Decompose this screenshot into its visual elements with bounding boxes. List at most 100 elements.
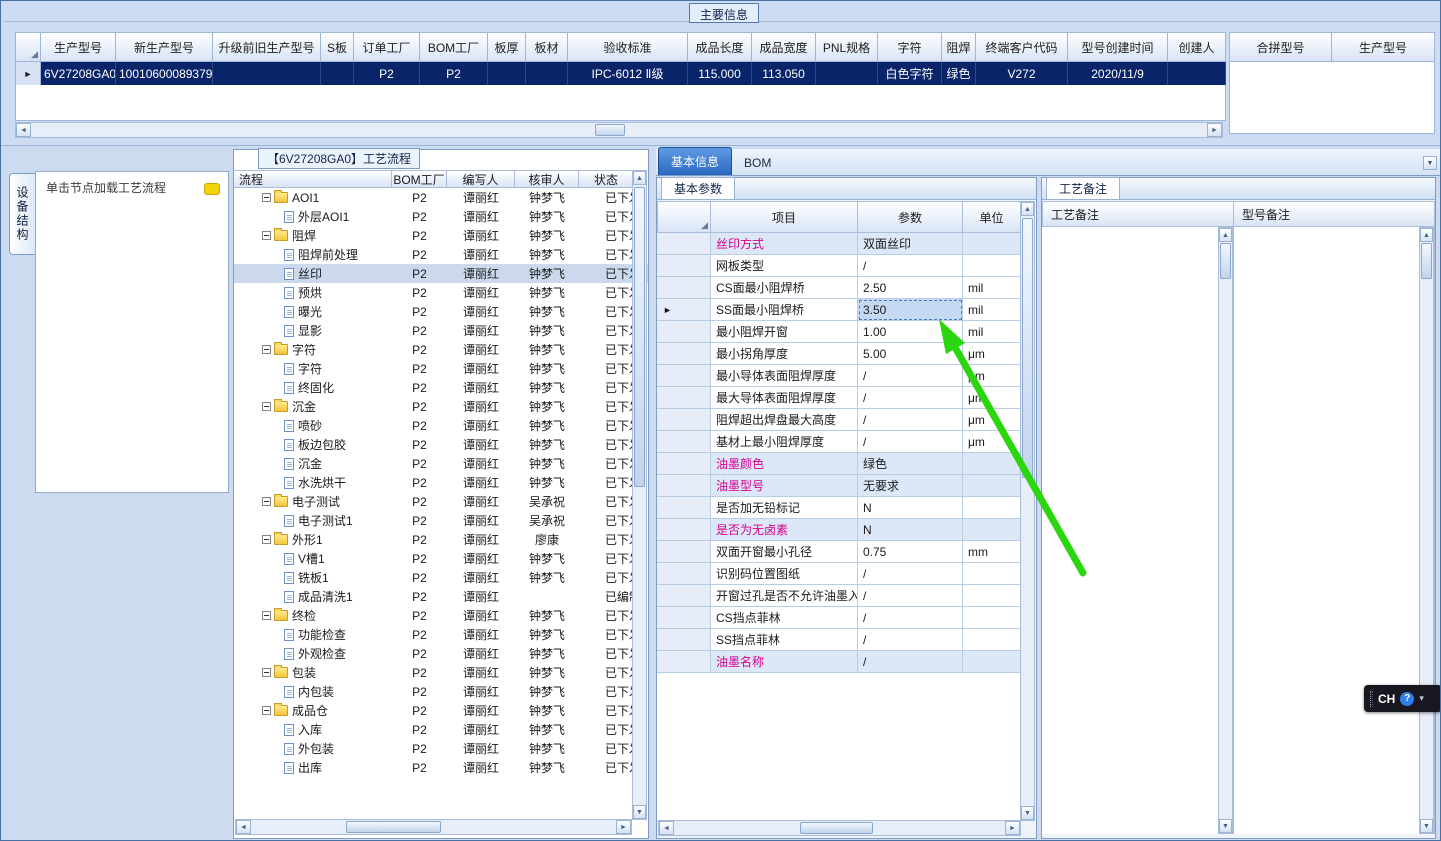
- param-row[interactable]: 双面开窗最小孔径 0.75 mm: [657, 541, 1022, 563]
- tree-node[interactable]: 出库: [234, 758, 392, 777]
- scroll-down-icon[interactable]: [1420, 819, 1433, 833]
- scroll-up-icon[interactable]: [1219, 228, 1232, 242]
- column-header-writer[interactable]: 编写人: [447, 170, 515, 188]
- process-notes-vscrollbar[interactable]: [1218, 227, 1233, 834]
- param-row[interactable]: 阻焊超出焊盘最大高度 / μm: [657, 409, 1022, 431]
- column-header[interactable]: 生产型号: [41, 32, 116, 62]
- param-value[interactable]: 双面丝印: [858, 233, 963, 255]
- tree-node[interactable]: 阻焊前处理: [234, 245, 392, 264]
- extra-column-header[interactable]: 合拼型号: [1229, 32, 1332, 62]
- scrollbar-thumb[interactable]: [1022, 218, 1033, 478]
- select-all-corner[interactable]: [15, 32, 41, 62]
- tree-row[interactable]: 字符 P2 谭丽红 钟梦飞 已下发: [234, 340, 648, 359]
- param-value[interactable]: /: [858, 563, 963, 585]
- tree-node[interactable]: 功能检查: [234, 625, 392, 644]
- column-header[interactable]: PNL规格: [816, 32, 878, 62]
- column-header[interactable]: 型号创建时间: [1068, 32, 1168, 62]
- tree-node[interactable]: 成品清洗1: [234, 587, 392, 606]
- expander-icon[interactable]: [262, 611, 271, 620]
- tab-process-notes[interactable]: 工艺备注: [1046, 177, 1121, 199]
- tree-row[interactable]: 终检 P2 谭丽红 钟梦飞 已下发: [234, 606, 648, 625]
- column-header[interactable]: 板材: [526, 32, 568, 62]
- column-header-value[interactable]: 参数: [858, 201, 963, 233]
- param-row[interactable]: CS面最小阻焊桥 2.50 mil: [657, 277, 1022, 299]
- help-icon[interactable]: ?: [1400, 691, 1415, 706]
- tree-row[interactable]: 成品清洗1 P2 谭丽红 已编制: [234, 587, 648, 606]
- param-row[interactable]: 是否加无铅标记 N: [657, 497, 1022, 519]
- tree-node[interactable]: 终检: [234, 606, 392, 625]
- tree-node[interactable]: 电子测试1: [234, 511, 392, 530]
- device-tree-panel[interactable]: 单击节点加载工艺流程: [35, 171, 229, 493]
- param-value[interactable]: /: [858, 409, 963, 431]
- tree-node[interactable]: 外形1: [234, 530, 392, 549]
- tree-node[interactable]: 预烘: [234, 283, 392, 302]
- param-row[interactable]: SS挡点菲林 /: [657, 629, 1022, 651]
- scrollbar-thumb[interactable]: [634, 187, 645, 487]
- param-row[interactable]: 开窗过孔是否不允许油墨入孔 /: [657, 585, 1022, 607]
- column-header[interactable]: 升级前旧生产型号: [213, 32, 321, 62]
- scrollbar-thumb[interactable]: [1421, 243, 1432, 279]
- param-row[interactable]: 最小拐角厚度 5.00 μm: [657, 343, 1022, 365]
- scroll-right-icon[interactable]: [1207, 123, 1222, 137]
- tree-row[interactable]: 外层AOI1 P2 谭丽红 钟梦飞 已下发: [234, 207, 648, 226]
- tree-row[interactable]: 丝印 P2 谭丽红 钟梦飞 已下发: [234, 264, 648, 283]
- tree-row[interactable]: 阻焊前处理 P2 谭丽红 钟梦飞 已下发: [234, 245, 648, 264]
- scroll-down-icon[interactable]: [1021, 806, 1034, 820]
- tree-row[interactable]: 板边包胶 P2 谭丽红 钟梦飞 已下发: [234, 435, 648, 454]
- scroll-down-icon[interactable]: [1219, 819, 1232, 833]
- param-row[interactable]: 最小阻焊开窗 1.00 mil: [657, 321, 1022, 343]
- column-header[interactable]: 验收标准: [568, 32, 688, 62]
- tree-node[interactable]: 字符: [234, 340, 392, 359]
- tree-node[interactable]: 喷砂: [234, 416, 392, 435]
- param-row[interactable]: 基材上最小阻焊厚度 / μm: [657, 431, 1022, 453]
- process-notes-area[interactable]: [1042, 227, 1234, 834]
- tree-node[interactable]: 外包装: [234, 739, 392, 758]
- scroll-up-icon[interactable]: [1420, 228, 1433, 242]
- scrollbar-track[interactable]: [633, 185, 646, 805]
- model-notes-area[interactable]: [1234, 227, 1435, 834]
- tab-dropdown-icon[interactable]: [1423, 156, 1437, 170]
- param-row[interactable]: 丝印方式 双面丝印: [657, 233, 1022, 255]
- tree-row[interactable]: 包装 P2 谭丽红 钟梦飞 已下发: [234, 663, 648, 682]
- scroll-left-icon[interactable]: [236, 820, 251, 834]
- param-value[interactable]: /: [858, 585, 963, 607]
- scrollbar-thumb[interactable]: [595, 124, 626, 136]
- scrollbar-thumb[interactable]: [799, 822, 873, 834]
- tree-row[interactable]: 成品仓 P2 谭丽红 钟梦飞 已下发: [234, 701, 648, 720]
- param-value[interactable]: /: [858, 651, 963, 673]
- drag-handle-icon[interactable]: [1370, 690, 1373, 707]
- tree-row[interactable]: 水洗烘干 P2 谭丽红 钟梦飞 已下发: [234, 473, 648, 492]
- column-header[interactable]: 创建人: [1168, 32, 1226, 62]
- tree-node[interactable]: 电子测试: [234, 492, 392, 511]
- tree-node[interactable]: 包装: [234, 663, 392, 682]
- scrollbar-track[interactable]: [1021, 216, 1034, 806]
- tree-row[interactable]: V槽1 P2 谭丽红 钟梦飞 已下发: [234, 549, 648, 568]
- tree-row[interactable]: 外形1 P2 谭丽红 廖康 已下发: [234, 530, 648, 549]
- tree-node[interactable]: 沉金: [234, 397, 392, 416]
- tree-node[interactable]: 铣板1: [234, 568, 392, 587]
- column-header[interactable]: S板: [321, 32, 354, 62]
- expander-icon[interactable]: [262, 231, 271, 240]
- column-header-item[interactable]: 项目: [711, 201, 858, 233]
- tree-node[interactable]: AOI1: [234, 188, 392, 207]
- column-header[interactable]: 新生产型号: [116, 32, 213, 62]
- param-row[interactable]: 最小导体表面阻焊厚度 / μm: [657, 365, 1022, 387]
- param-value[interactable]: 1.00: [858, 321, 963, 343]
- column-header-flow[interactable]: 流程: [234, 170, 392, 188]
- param-value[interactable]: 无要求: [858, 475, 963, 497]
- column-header[interactable]: 终端客户代码: [976, 32, 1068, 62]
- param-value[interactable]: N: [858, 519, 963, 541]
- column-header[interactable]: BOM工厂: [420, 32, 488, 62]
- tree-node[interactable]: 沉金: [234, 454, 392, 473]
- scrollbar-thumb[interactable]: [345, 821, 441, 833]
- param-value[interactable]: /: [858, 629, 963, 651]
- menu-icon[interactable]: [1419, 693, 1424, 704]
- tree-row[interactable]: 入库 P2 谭丽红 钟梦飞 已下发: [234, 720, 648, 739]
- tree-row[interactable]: 阻焊 P2 谭丽红 钟梦飞 已下发: [234, 226, 648, 245]
- scroll-down-icon[interactable]: [633, 805, 646, 819]
- column-header[interactable]: 字符: [878, 32, 942, 62]
- tree-row[interactable]: 电子测试 P2 谭丽红 吴承祝 已下发: [234, 492, 648, 511]
- extra-column-header[interactable]: 生产型号: [1332, 32, 1435, 62]
- tree-node[interactable]: 显影: [234, 321, 392, 340]
- scroll-right-icon[interactable]: [616, 820, 631, 834]
